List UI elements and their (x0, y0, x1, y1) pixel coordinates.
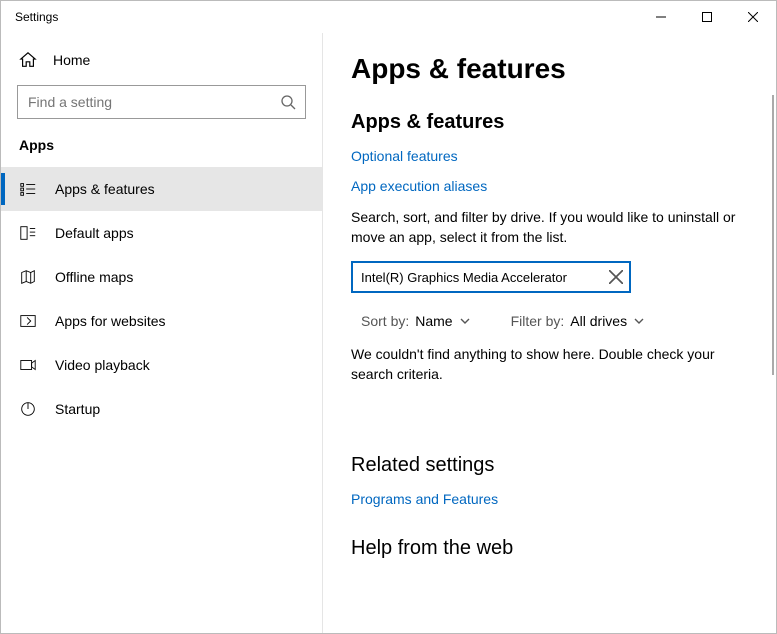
sort-value: Name (415, 313, 452, 329)
sidebar-item-offline-maps[interactable]: Offline maps (1, 255, 322, 299)
window-controls (638, 1, 776, 33)
help-web-heading: Help from the web (351, 537, 748, 560)
empty-results-text: We couldn't find anything to show here. … (351, 345, 748, 384)
app-search-input[interactable] (351, 261, 631, 293)
maximize-icon (702, 12, 712, 22)
sidebar: Home Apps Apps & features Default apps O… (1, 33, 323, 633)
startup-icon (19, 400, 37, 418)
video-playback-icon (19, 356, 37, 374)
page-title: Apps & features (351, 53, 748, 85)
content-area: Apps & features Apps & features Optional… (323, 33, 776, 633)
sidebar-item-default-apps[interactable]: Default apps (1, 211, 322, 255)
nav-label: Startup (55, 401, 100, 417)
home-nav[interactable]: Home (1, 43, 322, 77)
sort-label: Sort by: (361, 313, 409, 329)
settings-search-wrap (17, 85, 306, 119)
filter-value: All drives (570, 313, 627, 329)
nav-label: Default apps (55, 225, 134, 241)
nav-label: Video playback (55, 357, 150, 373)
offline-maps-icon (19, 268, 37, 286)
optional-features-link[interactable]: Optional features (351, 148, 748, 164)
sort-by-dropdown[interactable]: Sort by: Name (361, 313, 471, 329)
close-icon (748, 12, 758, 22)
app-search-wrap (351, 261, 631, 293)
clear-search-button[interactable] (609, 270, 623, 284)
apps-features-icon (19, 180, 37, 198)
close-button[interactable] (730, 1, 776, 33)
programs-features-link[interactable]: Programs and Features (351, 491, 748, 507)
home-label: Home (53, 52, 90, 68)
related-settings-heading: Related settings (351, 454, 748, 477)
search-icon (280, 94, 296, 110)
minimize-icon (656, 12, 666, 22)
sidebar-section-label: Apps (1, 137, 322, 167)
helper-text: Search, sort, and filter by drive. If yo… (351, 208, 748, 247)
filter-label: Filter by: (511, 313, 565, 329)
chevron-down-icon (459, 315, 471, 327)
nav-label: Apps & features (55, 181, 155, 197)
apps-websites-icon (19, 312, 37, 330)
app-execution-aliases-link[interactable]: App execution aliases (351, 178, 748, 194)
minimize-button[interactable] (638, 1, 684, 33)
nav-label: Apps for websites (55, 313, 166, 329)
filter-by-dropdown[interactable]: Filter by: All drives (511, 313, 645, 329)
sidebar-item-apps-features[interactable]: Apps & features (1, 167, 322, 211)
home-icon (19, 51, 37, 69)
maximize-button[interactable] (684, 1, 730, 33)
default-apps-icon (19, 224, 37, 242)
sidebar-item-video-playback[interactable]: Video playback (1, 343, 322, 387)
nav-label: Offline maps (55, 269, 133, 285)
chevron-down-icon (633, 315, 645, 327)
filter-row: Sort by: Name Filter by: All drives (351, 313, 748, 329)
settings-search-input[interactable] (17, 85, 306, 119)
section-subtitle: Apps & features (351, 111, 748, 134)
titlebar: Settings (1, 1, 776, 33)
sidebar-item-startup[interactable]: Startup (1, 387, 322, 431)
sidebar-item-apps-websites[interactable]: Apps for websites (1, 299, 322, 343)
window-title: Settings (15, 10, 58, 24)
scrollbar[interactable] (772, 95, 774, 375)
